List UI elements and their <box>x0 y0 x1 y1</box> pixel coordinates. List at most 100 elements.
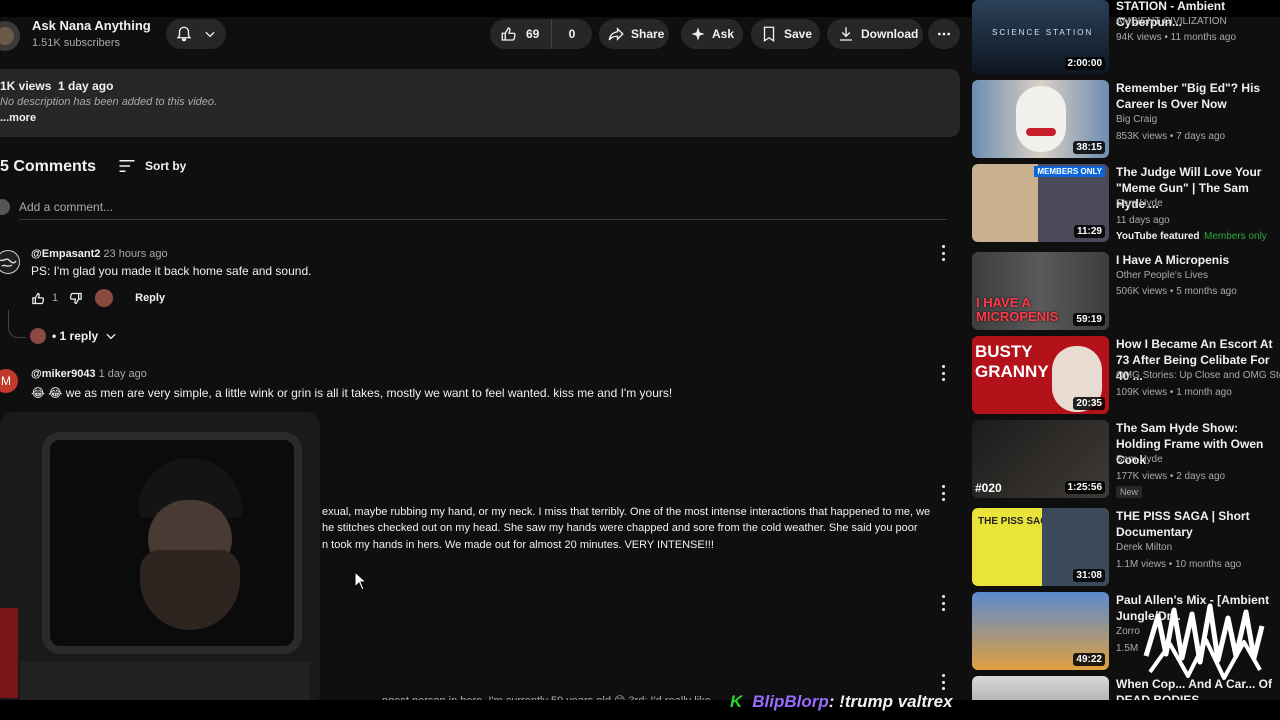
video-channel[interactable]: OMG Stories: Up Close and OMG Stori <box>1116 370 1280 381</box>
thumbs-up-icon[interactable] <box>31 291 46 306</box>
comment-menu-button[interactable] <box>938 595 948 611</box>
sparkle-icon <box>691 27 705 41</box>
thumbs-up-icon <box>501 27 516 41</box>
video-channel[interactable]: Derek Milton <box>1116 542 1172 553</box>
video-channel[interactable]: Big Craig <box>1116 114 1157 125</box>
video-title[interactable]: I Have A Micropenis <box>1116 252 1280 268</box>
comment-author[interactable]: @miker9043 1 day ago <box>31 368 147 380</box>
share-label: Share <box>631 27 665 41</box>
video-title[interactable]: Remember "Big Ed"? His Career Is Over No… <box>1116 80 1280 112</box>
comment-menu-button[interactable] <box>938 485 948 501</box>
video-thumbnail[interactable]: 38:15 <box>972 80 1109 158</box>
bookmark-icon <box>763 26 775 43</box>
chevron-down-icon <box>106 333 116 340</box>
video-title[interactable]: THE PISS SAGA | Short Documentary <box>1116 508 1280 540</box>
video-channel[interactable]: Sam Hyde <box>1116 198 1163 209</box>
recommended-video[interactable]: THE PISS SAGA 31:08 THE PISS SAGA | Shor… <box>972 508 1280 586</box>
like-button[interactable]: 69 <box>490 19 552 49</box>
mouse-cursor-icon <box>354 571 368 591</box>
comment-text-partial: he stitches checked out on my head. She … <box>322 522 918 534</box>
download-icon <box>840 27 852 41</box>
recommended-video[interactable]: BUSTY GRANNY 20:35 How I Became An Escor… <box>972 336 1280 414</box>
members-only-badge: Members only <box>1204 231 1267 242</box>
video-duration: 59:19 <box>1073 313 1105 326</box>
video-channel[interactable]: Other People's Lives <box>1116 270 1208 281</box>
video-duration: 1:25:56 <box>1064 481 1105 494</box>
user-avatar <box>0 199 10 215</box>
bell-icon <box>176 26 192 42</box>
video-thumbnail[interactable]: THE PISS SAGA 31:08 <box>972 508 1109 586</box>
description-more-link[interactable]: ...more <box>0 112 36 124</box>
recommended-video[interactable]: I HAVE A MICROPENIS 59:19 I Have A Micro… <box>972 252 1280 330</box>
dislike-button[interactable]: 0 <box>552 27 592 41</box>
ask-button[interactable]: Ask <box>681 19 743 49</box>
video-thumbnail[interactable]: SCIENCE STATION 2:00:00 <box>972 0 1109 74</box>
commenter-avatar[interactable]: M <box>0 369 18 393</box>
upload-age: 1 day ago <box>58 79 114 93</box>
chat-text: : !trump valtrex <box>828 692 953 711</box>
recommended-video[interactable]: MEMBERS ONLY 11:29 The Judge Will Love Y… <box>972 164 1280 242</box>
chat-message: K BlipBlorp: !trump valtrex <box>730 692 953 712</box>
sort-by-button[interactable]: Sort by <box>118 158 186 174</box>
video-meta: 1.5M <box>1116 643 1139 654</box>
creator-heart-avatar <box>95 289 114 307</box>
video-channel[interactable]: AMBIENT CIVILIZATION <box>1116 16 1227 27</box>
video-thumbnail[interactable]: #020 1:25:56 <box>972 420 1109 498</box>
channel-name[interactable]: Ask Nana Anything <box>32 18 151 33</box>
comment-menu-button[interactable] <box>938 245 948 261</box>
comment-time[interactable]: 23 hours ago <box>103 248 167 260</box>
video-thumbnail[interactable] <box>972 676 1109 700</box>
video-channel[interactable]: Zorro <box>1116 626 1140 637</box>
view-replies-button[interactable]: • 1 reply <box>30 328 118 344</box>
comment-author[interactable]: @Empasant2 23 hours ago <box>31 248 168 260</box>
more-horizontal-icon <box>938 32 950 36</box>
recommended-video[interactable]: #020 1:25:56 The Sam Hyde Show: Holding … <box>972 420 1280 498</box>
share-button[interactable]: Share <box>599 19 669 49</box>
chat-bar <box>0 700 1280 720</box>
comment-menu-button[interactable] <box>938 674 948 690</box>
video-thumbnail[interactable]: MEMBERS ONLY 11:29 <box>972 164 1109 242</box>
energy-drink-can <box>0 608 18 698</box>
add-comment-input[interactable]: Add a comment... <box>19 200 113 214</box>
video-thumbnail[interactable]: I HAVE A MICROPENIS 59:19 <box>972 252 1109 330</box>
clown-mouth <box>1026 128 1056 136</box>
comment-author-handle[interactable]: @miker9043 <box>31 368 96 380</box>
save-button[interactable]: Save <box>751 19 820 49</box>
video-thumbnail[interactable]: 49:22 <box>972 592 1109 670</box>
tv-screen <box>42 432 302 654</box>
youtube-featured-badge: YouTube featured <box>1116 231 1200 242</box>
commenter-avatar[interactable] <box>0 250 20 274</box>
sort-label: Sort by <box>145 159 187 173</box>
video-meta: 109K views • 1 month ago <box>1116 387 1232 398</box>
description-text: No description has been added to this vi… <box>0 96 218 108</box>
video-meta: 1.1M views • 10 months ago <box>1116 559 1242 570</box>
video-meta: 11 days ago <box>1116 215 1170 226</box>
subscriber-count: 1.51K subscribers <box>32 37 121 49</box>
share-icon <box>608 27 624 41</box>
replies-count: • 1 reply <box>52 329 99 343</box>
video-meta: 506K views • 5 months ago <box>1116 286 1237 297</box>
comment-input-underline <box>19 219 947 220</box>
comment-author-handle[interactable]: @Empasant2 <box>31 248 100 260</box>
like-count: 69 <box>526 27 540 41</box>
thumbs-down-icon[interactable] <box>68 291 83 306</box>
comment-text-partial: exual, maybe rubbing my hand, or my neck… <box>322 506 931 518</box>
channel-avatar[interactable] <box>0 21 20 51</box>
comment-menu-button[interactable] <box>938 365 948 381</box>
notification-button[interactable] <box>166 19 226 49</box>
recommended-video[interactable]: SCIENCE STATION 2:00:00 STATION - Ambien… <box>972 0 1280 74</box>
recommended-video[interactable]: 38:15 Remember "Big Ed"? His Career Is O… <box>972 80 1280 158</box>
thumbnail-text: SCIENCE STATION <box>992 28 1094 37</box>
ask-label: Ask <box>712 27 735 41</box>
video-thumbnail[interactable]: BUSTY GRANNY 20:35 <box>972 336 1109 414</box>
reply-button[interactable]: Reply <box>135 292 165 304</box>
comment-time[interactable]: 1 day ago <box>99 368 147 380</box>
video-duration: 20:35 <box>1073 397 1105 410</box>
description-box[interactable]: 1K views 1 day ago No description has be… <box>0 69 960 137</box>
more-actions-button[interactable] <box>928 19 960 49</box>
video-channel[interactable]: Sam Hyde <box>1116 454 1163 465</box>
new-badge: New <box>1116 486 1143 498</box>
video-meta: 94K views • 11 months ago <box>1116 32 1237 43</box>
sort-icon <box>119 160 135 172</box>
download-button[interactable]: Download <box>827 19 923 49</box>
